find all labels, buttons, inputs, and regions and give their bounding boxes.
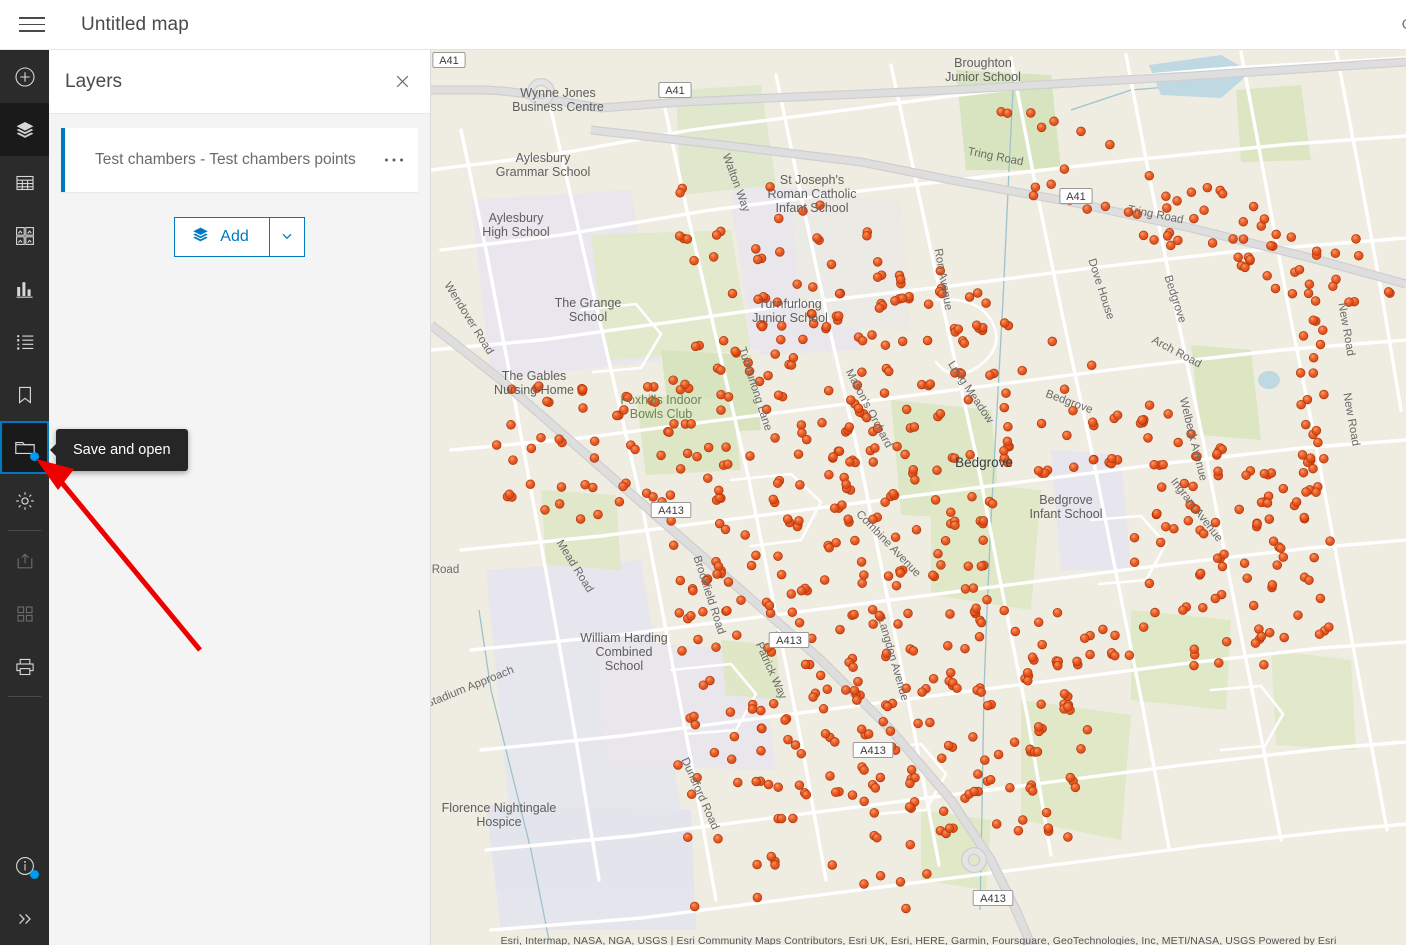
ellipsis-icon[interactable] bbox=[378, 146, 410, 174]
layers-panel-title: Layers bbox=[65, 70, 123, 92]
rail-item-print[interactable] bbox=[0, 640, 49, 693]
page-title: Untitled map bbox=[81, 13, 189, 35]
svg-text:A413: A413 bbox=[776, 635, 802, 647]
left-tool-rail bbox=[0, 50, 49, 945]
rail-item-layers[interactable] bbox=[0, 103, 49, 156]
svg-text:TurnfurlongJunior School: Turnfurlong Junior School bbox=[752, 297, 828, 325]
svg-text:A413: A413 bbox=[980, 893, 1006, 905]
rail-item-basemap[interactable] bbox=[0, 209, 49, 262]
save-open-notification-badge bbox=[30, 452, 39, 461]
arcgis-map-viewer: Untitled map Open i bbox=[0, 0, 1406, 945]
app-header: Untitled map Open i bbox=[0, 0, 1406, 50]
svg-text:Foxhills IndoorBowls Club: Foxhills Indoor Bowls Club bbox=[620, 393, 701, 421]
svg-text:Bedgrove: Bedgrove bbox=[955, 455, 1013, 470]
layers-panel-header: Layers bbox=[49, 50, 430, 114]
map-pond bbox=[1258, 371, 1280, 389]
svg-text:BedgroveInfant School: Bedgrove Infant School bbox=[1030, 493, 1103, 521]
chevron-down-icon bbox=[280, 229, 294, 246]
rail-item-apps[interactable] bbox=[0, 587, 49, 640]
svg-text:AylesburyHigh School: Aylesbury High School bbox=[482, 211, 549, 239]
bookmark-icon bbox=[14, 384, 36, 406]
open-in-link[interactable]: Open i bbox=[1402, 16, 1406, 33]
layer-item-label: Test chambers - Test chambers points bbox=[95, 150, 356, 168]
svg-text:A413: A413 bbox=[658, 505, 684, 517]
layers-panel-body: Test chambers - Test chambers points Add bbox=[49, 114, 430, 257]
rail-item-add[interactable] bbox=[0, 50, 49, 103]
layer-list-item[interactable]: Test chambers - Test chambers points bbox=[61, 128, 418, 192]
basemap-grid-icon bbox=[14, 225, 36, 247]
rail-item-expand[interactable] bbox=[0, 892, 49, 945]
svg-text:Wynne JonesBusiness Centre: Wynne Jones Business Centre bbox=[512, 86, 604, 114]
apps-grid-icon bbox=[14, 603, 36, 625]
add-layer-button-label: Add bbox=[220, 228, 249, 245]
svg-text:A41: A41 bbox=[1066, 191, 1086, 203]
svg-text:A413: A413 bbox=[860, 745, 886, 757]
add-layer-row: Add bbox=[61, 217, 418, 257]
close-icon[interactable] bbox=[388, 68, 416, 96]
rail-item-share[interactable] bbox=[0, 534, 49, 587]
chevron-double-right-icon bbox=[15, 909, 35, 929]
svg-text:The GablesNursing Home: The Gables Nursing Home bbox=[494, 369, 574, 397]
printer-icon bbox=[14, 656, 36, 678]
map-canvas[interactable]: Tring Road Tring Road Walton Way Wendover R… bbox=[431, 50, 1406, 945]
share-export-icon bbox=[14, 550, 36, 572]
layers-icon bbox=[14, 119, 36, 141]
rail-item-bookmarks[interactable] bbox=[0, 368, 49, 421]
rail-divider bbox=[8, 530, 41, 531]
rail-item-legend[interactable] bbox=[0, 315, 49, 368]
legend-list-icon bbox=[14, 331, 36, 353]
svg-text:BroughtonJunior School: Broughton Junior School bbox=[945, 56, 1021, 84]
map-attribution: Esri, Intermap, NASA, NGA, USGS | Esri C… bbox=[431, 935, 1406, 945]
plus-circle-icon bbox=[14, 66, 36, 88]
bar-chart-icon bbox=[14, 278, 36, 300]
hamburger-menu-icon[interactable] bbox=[6, 0, 58, 50]
rail-item-tables[interactable] bbox=[0, 156, 49, 209]
map-attribution-text: Esri, Intermap, NASA, NGA, USGS | Esri C… bbox=[500, 935, 1337, 945]
add-split-button: Add bbox=[174, 217, 305, 257]
rail-item-charts[interactable] bbox=[0, 262, 49, 315]
map-graphics: Tring RoadTring RoadWalton WayWendover R… bbox=[431, 50, 1406, 945]
svg-text:y Road: y Road bbox=[431, 564, 459, 576]
about-notification-badge bbox=[30, 870, 39, 879]
gear-icon bbox=[14, 490, 36, 512]
svg-text:A41: A41 bbox=[665, 85, 685, 97]
table-icon bbox=[14, 172, 36, 194]
svg-text:St Joseph'sRoman CatholicInfan: St Joseph's Roman Catholic Infant School bbox=[768, 173, 857, 215]
header-right-actions: Open i bbox=[1402, 0, 1406, 50]
rail-item-about[interactable] bbox=[0, 839, 49, 892]
rail-item-save-and-open[interactable] bbox=[0, 421, 49, 474]
rail-item-settings[interactable] bbox=[0, 474, 49, 527]
layers-panel: Layers Test chambers - Test chambers poi… bbox=[49, 50, 431, 945]
svg-text:A41: A41 bbox=[439, 55, 459, 67]
rail-divider-bottom bbox=[8, 696, 41, 697]
save-and-open-tooltip: Save and open bbox=[56, 429, 188, 471]
add-layer-button[interactable]: Add bbox=[174, 217, 270, 257]
layers-icon bbox=[191, 225, 210, 249]
add-layer-dropdown-button[interactable] bbox=[269, 217, 305, 257]
